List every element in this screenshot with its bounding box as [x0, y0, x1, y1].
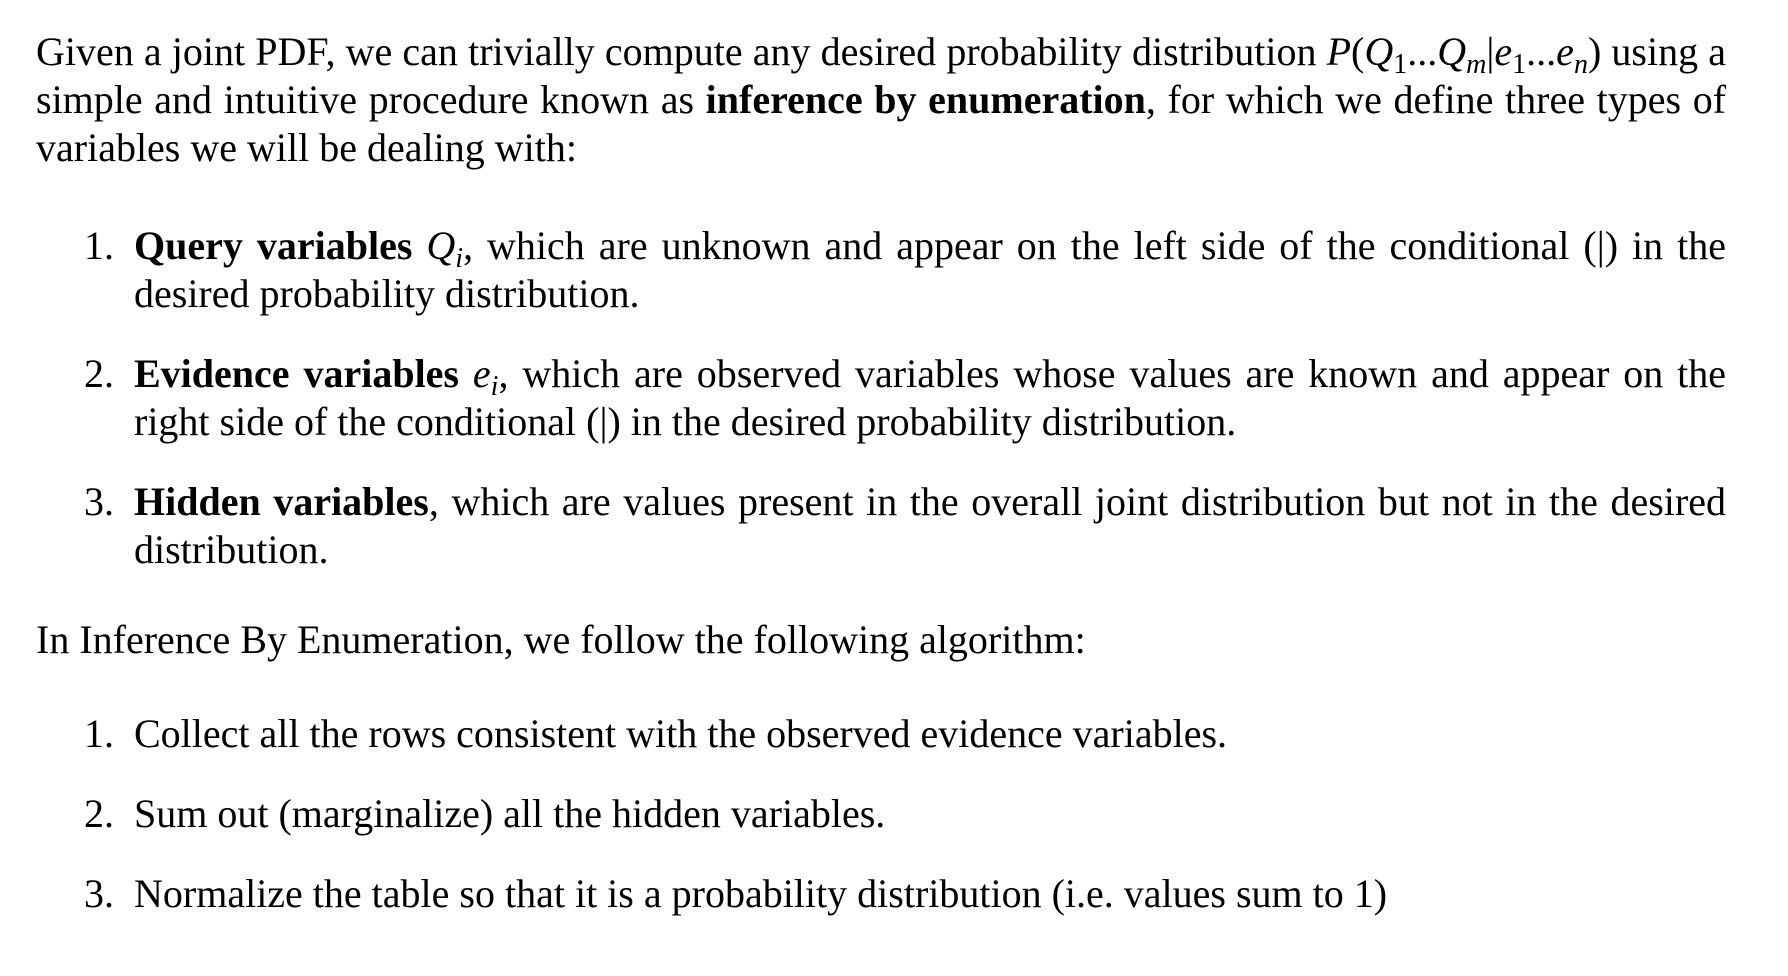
formula-sub-1: 1 [1393, 49, 1408, 80]
formula-qm: Q [1437, 29, 1467, 74]
formula-sub-e1: 1 [1512, 49, 1527, 80]
list-item-hidden-variables: 3. Hidden variables, which are values pr… [36, 478, 1726, 574]
list-number: 3. [84, 871, 114, 916]
query-symbol: Q [426, 223, 456, 268]
step-text: Normalize the table so that it is a prob… [134, 871, 1388, 916]
algorithm-intro: In Inference By Enumeration, we follow t… [36, 617, 1086, 662]
intro-text-start: Given a joint PDF, we can trivially comp… [36, 29, 1327, 74]
list-number: 3. [84, 479, 114, 524]
list-item-step-2: 2. Sum out (marginalize) all the hidden … [36, 790, 1726, 838]
formula-p: P [1326, 29, 1352, 74]
algorithm-steps-list: 1. Collect all the rows consistent with … [36, 710, 1726, 918]
variable-types-list: 1. Query variables Qi, which are unknown… [36, 222, 1726, 574]
formula-sub-m: m [1466, 49, 1487, 80]
formula-en: e [1556, 29, 1574, 74]
hidden-variables-term: Hidden variables [134, 479, 429, 524]
document-page: Given a joint PDF, we can trivially comp… [36, 10, 1726, 950]
list-number: 2. [84, 351, 114, 396]
formula-e1: e [1494, 29, 1513, 74]
evidence-variables-term: Evidence variables [134, 351, 459, 396]
inference-term: inference by enumeration [705, 77, 1146, 122]
list-item-step-3: 3. Normalize the table so that it is a p… [36, 870, 1726, 918]
list-number: 2. [84, 791, 114, 836]
formula-dots-2: ... [1526, 29, 1557, 74]
intro-paragraph: Given a joint PDF, we can trivially comp… [36, 28, 1726, 172]
step-text: Collect all the rows consistent with the… [134, 711, 1228, 756]
query-symbol-sub: i [455, 243, 464, 274]
formula-q1: Q [1364, 29, 1394, 74]
formula-close-paren: ) [1587, 29, 1602, 74]
formula-open-paren: ( [1351, 29, 1365, 74]
step-text: Sum out (marginalize) all the hidden var… [134, 791, 886, 836]
formula-sub-n: n [1573, 49, 1588, 80]
list-item-query-variables: 1. Query variables Qi, which are unknown… [36, 222, 1726, 318]
list-number: 1. [84, 223, 114, 268]
list-item-step-1: 1. Collect all the rows consistent with … [36, 710, 1726, 758]
evidence-symbol: e [472, 351, 491, 396]
probability-formula: P(Q1...Qm|e1...en) [1326, 29, 1602, 79]
query-variables-term: Query variables [134, 223, 413, 268]
formula-dots-1: ... [1407, 29, 1438, 74]
list-number: 1. [84, 711, 114, 756]
list-item-evidence-variables: 2. Evidence variables ei, which are obse… [36, 350, 1726, 446]
